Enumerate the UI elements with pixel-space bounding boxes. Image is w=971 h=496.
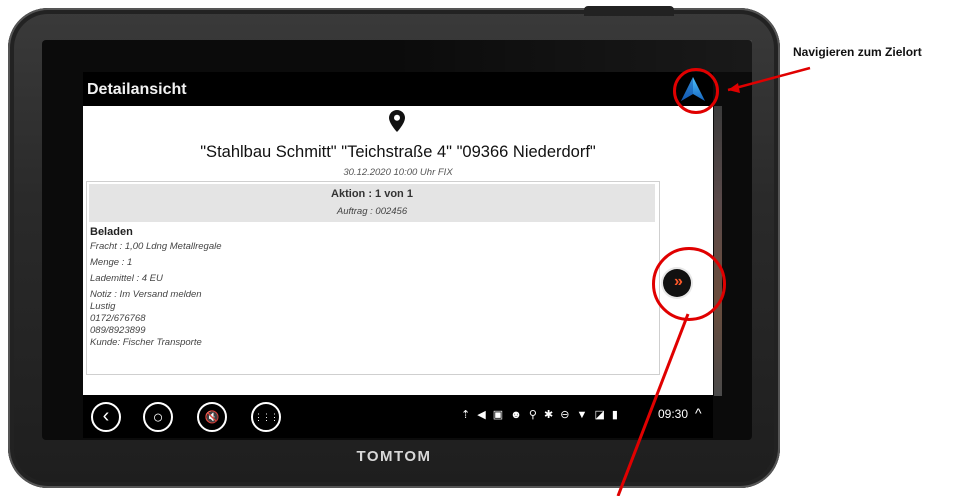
mute-icon: 🔇 — [204, 410, 220, 424]
device-power-button[interactable] — [584, 6, 674, 16]
action-header: Aktion : 1 von 1 Auftrag : 002456 — [89, 184, 655, 222]
action-details: Beladen Fracht : 1,00 Ldng Metallregale … — [90, 226, 630, 349]
apps-button[interactable]: ⋮⋮⋮ — [251, 402, 281, 432]
location-pin-icon — [389, 110, 405, 132]
app-screen: Detailansicht "Stahlbau Schmitt" "Teichs… — [83, 72, 713, 438]
note-line: Lustig — [90, 301, 116, 312]
order-number: Auftrag : 002456 — [336, 206, 408, 217]
status-icons: ⇡ ◀ ▣ ☻ ⚲ ✱ ⊖ ▼ ◪ ▮ — [461, 409, 620, 421]
annotation-navigate-label: Navigieren zum Zielort — [793, 45, 922, 59]
home-button[interactable]: ○ — [143, 402, 173, 432]
device-brand-logo: TOMTOM — [356, 448, 432, 465]
system-navigation-bar: ‹ ○ 🔇 ⋮⋮⋮ ⇡ ◀ ▣ ☻ ⚲ ✱ ⊖ ▼ ◪ ▮ 09:30 ^ — [83, 395, 713, 438]
annotation-ring-navigate — [673, 68, 719, 114]
title-bar: Detailansicht — [83, 72, 713, 106]
loading-equipment-text: Lademittel : 4 EU — [90, 273, 163, 284]
freight-text: Fracht : 1,00 Ldng Metallregale — [90, 241, 222, 252]
quantity-text: Menge : 1 — [90, 257, 133, 268]
annotation-ring-next — [652, 247, 726, 321]
back-icon: ‹ — [102, 405, 110, 427]
destination-address: "Stahlbau Schmitt" "Teichstraße 4" "0936… — [200, 143, 596, 161]
destination-datetime: 30.12.2020 10:00 Uhr FIX — [343, 167, 453, 178]
expand-icon[interactable]: ^ — [695, 405, 702, 421]
page-title: Detailansicht — [87, 81, 187, 98]
back-button[interactable]: ‹ — [91, 402, 121, 432]
status-time: 09:30 — [658, 407, 689, 421]
action-title: Aktion : 1 von 1 — [331, 188, 413, 200]
note-line: 0172/676768 — [90, 313, 146, 324]
background-map-strip — [714, 106, 722, 396]
mute-button[interactable]: 🔇 — [197, 402, 227, 432]
note-line: 089/8923899 — [90, 325, 146, 336]
apps-grid-icon: ⋮⋮⋮ — [254, 412, 279, 422]
note-line: Kunde: Fischer Transporte — [90, 337, 202, 348]
action-detail-panel: Aktion : 1 von 1 Auftrag : 002456 Belade… — [86, 181, 660, 375]
home-icon: ○ — [152, 407, 164, 427]
action-type-heading: Beladen — [90, 226, 133, 238]
note-label: Notiz : Im Versand melden — [90, 289, 202, 300]
